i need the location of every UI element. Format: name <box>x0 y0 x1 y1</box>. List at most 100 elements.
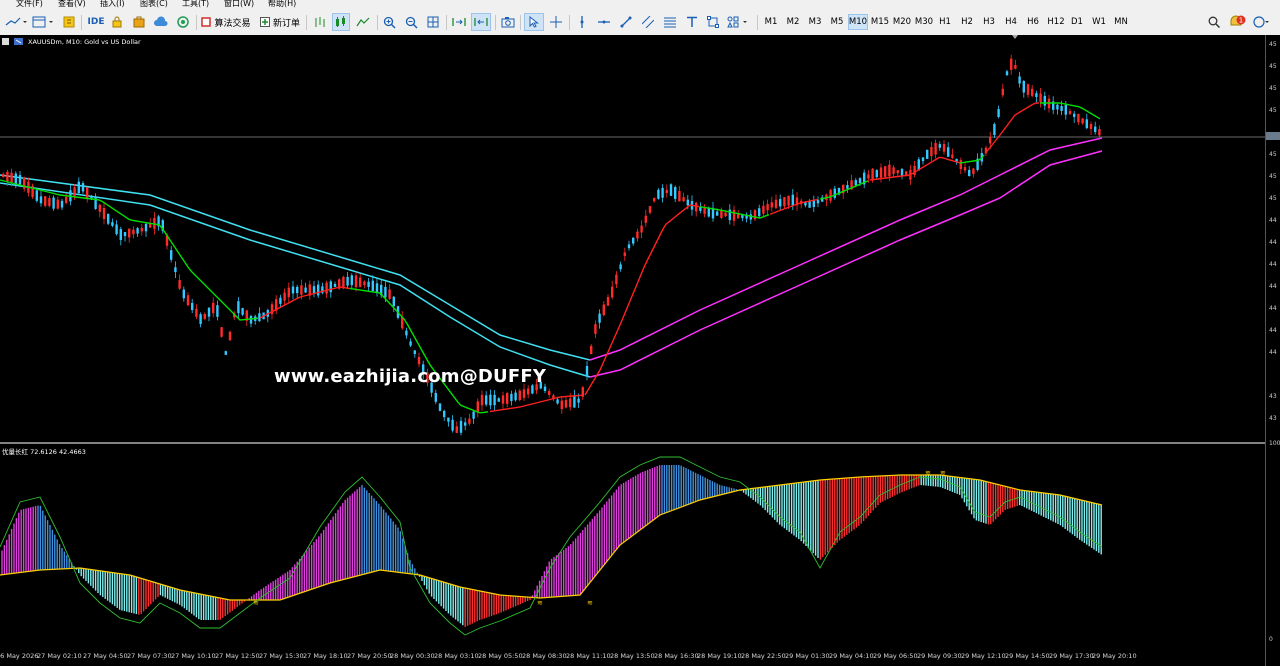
candle-body <box>947 147 950 157</box>
timeframe-m15[interactable]: M15 <box>870 14 890 30</box>
price-chart[interactable]: ≋ ≋ ≋ ≋ ≋ <box>0 35 1265 666</box>
shapes-icon[interactable] <box>705 13 721 31</box>
menu-help[interactable]: 帮助(H) <box>268 0 296 9</box>
text-tool-icon[interactable] <box>684 13 700 31</box>
timeframe-h6[interactable]: H6 <box>1024 14 1042 30</box>
menu-charts[interactable]: 图表(C) <box>140 0 168 9</box>
price-label: 44 <box>1269 283 1277 290</box>
candle-body <box>611 286 614 298</box>
candle-body <box>573 395 576 408</box>
candle-body <box>884 166 887 177</box>
timeframe-m1[interactable]: M1 <box>761 14 781 30</box>
trendline-icon[interactable] <box>618 13 634 31</box>
candlestick-icon[interactable] <box>332 13 350 31</box>
line-chart-icon[interactable] <box>354 13 372 31</box>
candle-body <box>300 285 303 295</box>
timeframe-m10[interactable]: M10 <box>848 14 868 30</box>
candle-body <box>1064 105 1067 115</box>
more-objects-icon[interactable] <box>726 13 752 31</box>
account-icon[interactable] <box>1252 13 1272 31</box>
lock-icon[interactable] <box>110 13 124 31</box>
candle-body <box>81 183 85 192</box>
candle-body <box>632 237 635 244</box>
candle-body <box>808 201 811 208</box>
time-label: 28 May 16:30 <box>654 652 699 660</box>
timeframe-h4[interactable]: H4 <box>1002 14 1020 30</box>
templates-icon[interactable] <box>30 13 56 31</box>
chart-shift-icon[interactable] <box>471 13 491 31</box>
watermark-text: www.eazhijia.com@DUFFY <box>274 366 547 387</box>
menu-tools[interactable]: 工具(T) <box>182 0 209 9</box>
timeframe-m2[interactable]: M2 <box>783 14 803 30</box>
timeframe-h1[interactable]: H1 <box>936 14 954 30</box>
candle-body <box>170 250 173 260</box>
candle-body <box>333 283 337 287</box>
time-label: 28 May 19:10 <box>697 652 742 660</box>
notifications-icon[interactable]: 1 <box>1228 13 1248 31</box>
candle-body <box>1001 88 1004 96</box>
market-icon[interactable] <box>132 13 146 31</box>
menu-window[interactable]: 窗口(W) <box>224 0 254 9</box>
candle-body <box>602 304 605 316</box>
ide-button[interactable]: IDE <box>86 13 106 31</box>
price-axis[interactable]: 45 45 45 45 45 45 45 44 44 44 44 44 44 4… <box>1265 35 1280 666</box>
candle-body <box>963 167 967 171</box>
bar-chart-icon[interactable] <box>311 13 329 31</box>
timeframe-d1[interactable]: D1 <box>1068 14 1086 30</box>
candle-body <box>102 208 106 219</box>
menu-view[interactable]: 查看(V) <box>58 0 86 9</box>
timeframe-m30[interactable]: M30 <box>914 14 934 30</box>
candle-body <box>774 199 778 208</box>
chart-window[interactable]: ≋ ≋ ≋ ≋ ≋ XAUUSDm, M10: Gold vs US Dollar 优量… <box>0 35 1280 666</box>
timeframe-h3[interactable]: H3 <box>980 14 998 30</box>
timeframe-m20[interactable]: M20 <box>892 14 912 30</box>
zoom-in-icon[interactable] <box>381 13 397 31</box>
chart-type-icon[interactable] <box>4 13 28 31</box>
candle-body <box>829 189 832 201</box>
screenshot-icon[interactable] <box>500 13 516 31</box>
menu-file[interactable]: 文件(F) <box>16 0 43 9</box>
auto-scroll-icon[interactable] <box>450 13 468 31</box>
candle-body <box>1035 93 1038 98</box>
time-label: 27 May 04:50 <box>83 652 128 660</box>
candle-body <box>896 170 899 174</box>
candle-body <box>14 173 17 184</box>
new-order-button[interactable]: 新订单 <box>258 13 302 31</box>
candle-body <box>766 204 769 211</box>
search-icon[interactable] <box>1206 13 1222 31</box>
candle-body <box>10 172 13 183</box>
fibonacci-icon[interactable] <box>662 13 678 31</box>
timeframe-h2[interactable]: H2 <box>958 14 976 30</box>
signals-icon[interactable] <box>176 13 190 31</box>
candle-body <box>144 223 148 232</box>
timeframe-w1[interactable]: W1 <box>1090 14 1108 30</box>
algo-trading-button[interactable]: 算法交易 <box>200 13 252 31</box>
menu-insert[interactable]: 插入(I) <box>100 0 125 9</box>
timeframe-h12[interactable]: H12 <box>1045 14 1067 30</box>
new-chart-icon[interactable] <box>62 13 76 31</box>
channel-icon[interactable] <box>640 13 656 31</box>
tile-windows-icon[interactable] <box>425 13 441 31</box>
candle-body <box>296 286 299 294</box>
horizontal-line-icon[interactable] <box>596 13 612 31</box>
candle-body <box>783 197 786 207</box>
fast-ma-segment <box>984 102 1039 155</box>
candle-body <box>724 212 727 217</box>
candle-body <box>451 419 454 431</box>
zoom-out-icon[interactable] <box>403 13 419 31</box>
time-label: 29 May 17:30 <box>1049 652 1094 660</box>
vertical-line-icon[interactable] <box>574 13 590 31</box>
cursor-icon[interactable] <box>524 13 544 31</box>
timeframe-m3[interactable]: M3 <box>805 14 825 30</box>
cloud-icon[interactable] <box>154 13 168 31</box>
candle-body <box>39 196 43 204</box>
candle-body <box>695 202 698 212</box>
timeframe-m5[interactable]: M5 <box>827 14 847 30</box>
indicator-axis-top: 100 <box>1269 440 1280 447</box>
candle-body <box>636 231 639 239</box>
crosshair-icon[interactable] <box>548 13 564 31</box>
time-axis[interactable]: 26 May 2026 27 May 02:10 27 May 04:50 27… <box>0 648 1280 666</box>
candle-body <box>577 398 580 403</box>
timeframe-mn[interactable]: MN <box>1111 14 1131 30</box>
time-label: 29 May 20:10 <box>1092 652 1137 660</box>
